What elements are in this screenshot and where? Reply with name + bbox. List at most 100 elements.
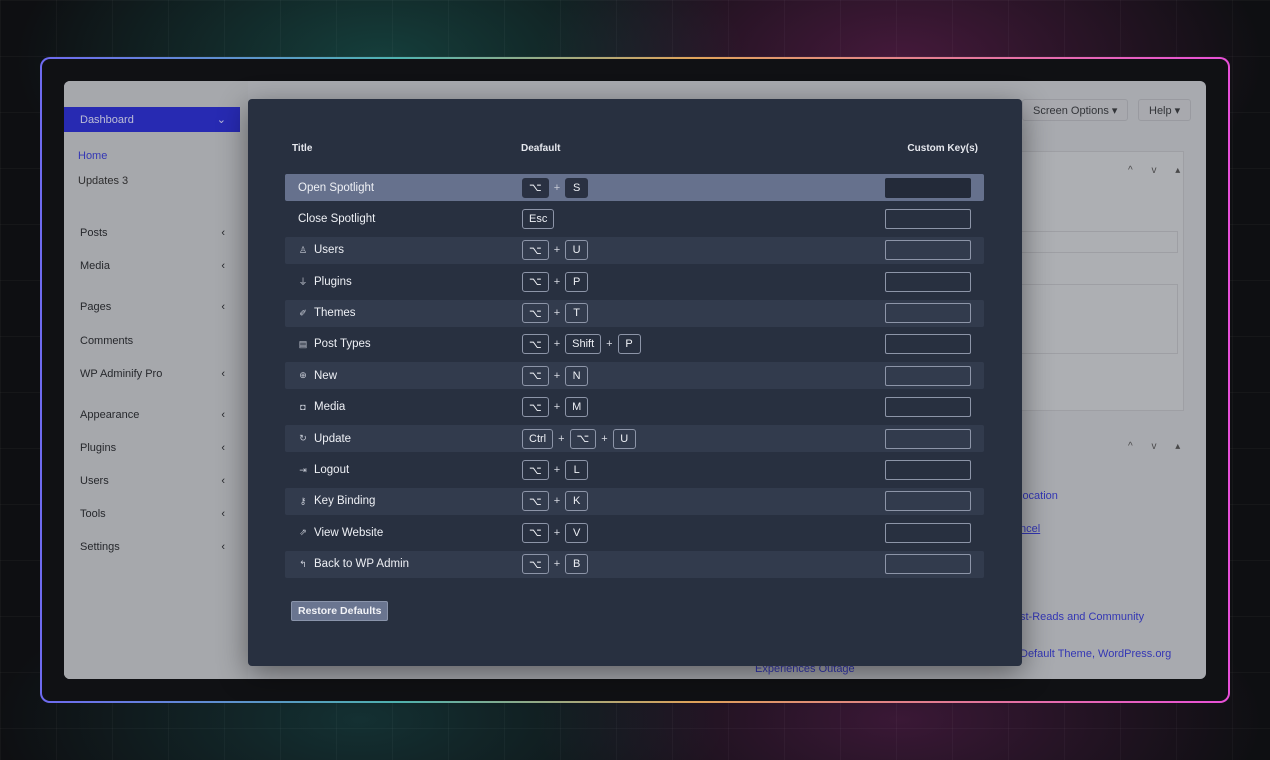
shortcut-row[interactable]: ↻ Update Ctrl + ⌥ + U (285, 425, 984, 453)
custom-key-input[interactable] (885, 491, 971, 512)
shortcut-title: ▤ Post Types (298, 338, 371, 350)
shortcut-title: ✐ Themes (298, 307, 356, 320)
keycap: ⌥ (522, 491, 549, 512)
shortcut-row[interactable]: ⚷ Key Binding ⌥ + K (285, 487, 984, 515)
default-keys: ⌥ + N (522, 365, 589, 386)
keycap: Shift (565, 334, 602, 355)
shortcut-title-label: Media (314, 401, 346, 414)
shortcut-row[interactable]: ⏚ Plugins ⌥ + P (285, 268, 984, 295)
default-keys: ⌥ + V (522, 522, 589, 543)
shortcut-title: Open Spotlight (298, 182, 374, 194)
restore-defaults-button[interactable]: Restore Defaults (291, 601, 389, 621)
keycap: ⌥ (522, 303, 549, 324)
keycap: ⌥ (522, 271, 549, 292)
plus-separator: + (553, 275, 561, 288)
plus-separator: + (553, 464, 561, 477)
shortcut-title: ⊕ New (298, 370, 337, 382)
keycap: U (612, 428, 636, 449)
default-keys: ⌥ + M (522, 397, 589, 418)
shortcut-row[interactable]: Open Spotlight ⌥ + S (285, 174, 984, 201)
keycap: T (565, 303, 589, 324)
shortcut-title: ⇥ Logout (298, 464, 349, 476)
custom-key-input[interactable] (885, 240, 971, 261)
default-keys: ⌥ + B (522, 554, 589, 575)
shortcut-row[interactable]: ⇗ View Website ⌥ + V (285, 519, 984, 546)
keycap: ⌥ (522, 240, 549, 261)
back-arrow-icon: ↰ (299, 558, 307, 569)
shortcut-title-label: New (314, 369, 338, 382)
default-keys: ⌥ + T (522, 303, 589, 324)
brush-icon: ✐ (299, 307, 307, 318)
keycap: M (565, 397, 589, 418)
custom-key-input[interactable] (885, 271, 971, 292)
plug-icon: ⏚ (298, 277, 308, 288)
shortcut-title: ◘ Media (298, 401, 345, 413)
keycap: ⌥ (522, 334, 549, 355)
camera-icon: ◘ (300, 402, 306, 413)
custom-key-input[interactable] (885, 522, 971, 543)
shortcut-title: ♙ Users (298, 244, 344, 256)
keycap: L (565, 460, 589, 481)
keycap: ⌥ (522, 365, 549, 386)
keycap: ⌥ (522, 177, 549, 198)
default-keys: ⌥ + K (522, 491, 589, 512)
custom-key-input[interactable] (885, 303, 971, 324)
shortcut-title: ⇗ View Website (298, 527, 383, 539)
plus-separator: + (553, 307, 561, 320)
custom-key-input[interactable] (885, 208, 971, 229)
shortcut-title-label: Logout (314, 464, 350, 477)
external-link-icon: ⇗ (299, 527, 307, 538)
default-keys: ⌥ + S (522, 177, 589, 198)
custom-key-input[interactable] (885, 334, 971, 355)
shortcut-title-label: Update (314, 432, 352, 445)
shortcut-row[interactable]: ◘ Media ⌥ + M (285, 394, 984, 421)
shortcut-row[interactable]: Close Spotlight Esc (285, 205, 984, 232)
plus-separator: + (553, 558, 561, 571)
shortcut-title-label: Open Spotlight (298, 181, 375, 194)
shortcut-title-label: Themes (314, 307, 356, 320)
keycap: V (565, 522, 589, 543)
shortcut-modal: Title Deafault Custom Key(s) Open Spotli… (248, 99, 1022, 666)
shortcut-row[interactable]: ⇥ Logout ⌥ + L (285, 457, 984, 484)
shortcut-title-label: Key Binding (314, 495, 376, 508)
keycap: Ctrl (522, 428, 554, 449)
shortcut-list: Open Spotlight ⌥ + S Close Spotlight Esc ♙ User… (285, 174, 984, 582)
plus-separator: + (553, 181, 561, 194)
keycap: ⌥ (569, 428, 597, 449)
custom-key-input[interactable] (885, 177, 971, 198)
default-keys: ⌥ + Shift + P (522, 334, 641, 355)
keycap: ⌥ (522, 554, 549, 575)
shortcut-title-label: Plugins (314, 275, 352, 288)
default-keys: ⌥ + U (522, 240, 589, 261)
keycap: P (617, 334, 641, 355)
keycap: N (565, 365, 589, 386)
shortcut-row[interactable]: ▤ Post Types ⌥ + Shift + P (285, 331, 984, 358)
default-keys: ⌥ + P (522, 271, 589, 292)
refresh-icon: ↻ (299, 433, 307, 444)
shortcut-row[interactable]: ✐ Themes ⌥ + T (285, 299, 984, 327)
custom-key-input[interactable] (885, 428, 971, 449)
plus-separator: + (553, 526, 561, 539)
key-icon: ⚷ (299, 495, 307, 506)
custom-key-input[interactable] (885, 460, 971, 481)
keycap: U (565, 240, 589, 261)
default-keys: Ctrl + ⌥ + U (522, 428, 636, 449)
shortcut-title: ↰ Back to WP Admin (298, 558, 409, 570)
plus-separator: + (601, 432, 608, 445)
custom-key-input[interactable] (885, 365, 971, 386)
keycap: ⌥ (522, 460, 549, 481)
header-title: Title (292, 143, 313, 154)
shortcut-title: Close Spotlight (298, 213, 375, 225)
shortcut-title-label: Back to WP Admin (314, 558, 410, 571)
logout-icon: ⇥ (299, 464, 307, 475)
keycap: Esc (522, 208, 555, 229)
shortcut-row[interactable]: ⊕ New ⌥ + N (285, 362, 984, 390)
shortcut-row[interactable]: ♙ Users ⌥ + U (285, 236, 984, 264)
custom-key-input[interactable] (885, 397, 971, 418)
shortcut-row[interactable]: ↰ Back to WP Admin ⌥ + B (285, 550, 984, 578)
custom-key-input[interactable] (885, 554, 971, 575)
plus-separator: + (553, 244, 561, 257)
plus-separator: + (553, 495, 561, 508)
default-keys: ⌥ + L (522, 460, 589, 481)
shortcut-title-label: Post Types (314, 338, 371, 351)
